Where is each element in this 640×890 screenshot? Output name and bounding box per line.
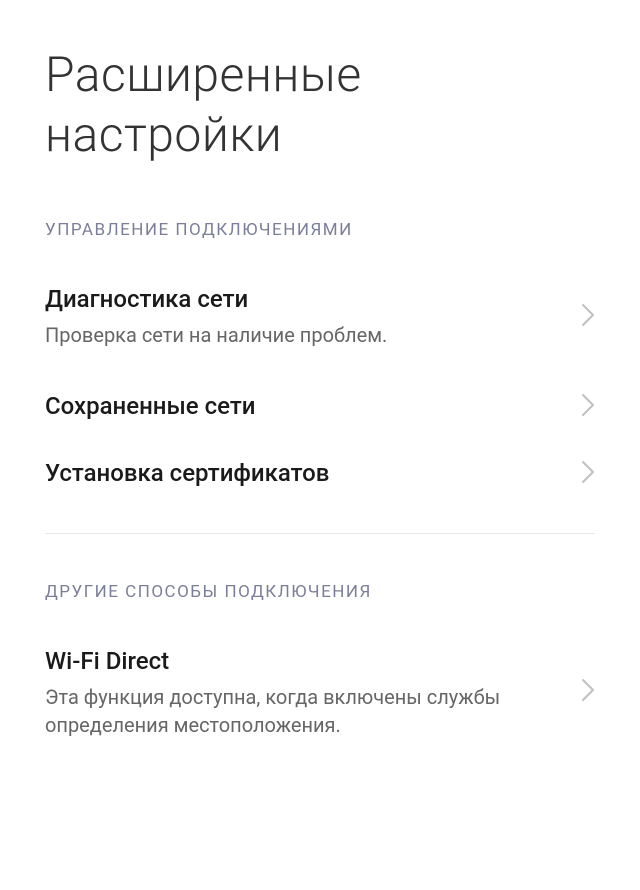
chevron-right-icon <box>581 460 595 488</box>
list-item-network-diagnostics[interactable]: Диагностика сети Проверка сети на наличи… <box>0 260 640 373</box>
chevron-right-icon <box>581 393 595 421</box>
list-item-title: Диагностика сети <box>45 284 561 315</box>
list-item-wifi-direct[interactable]: Wi-Fi Direct Эта функция доступна, когда… <box>0 622 640 763</box>
list-item-subtitle: Эта функция доступна, когда включены слу… <box>45 683 561 739</box>
chevron-right-icon <box>581 303 595 331</box>
chevron-right-icon <box>581 678 595 706</box>
section-header-other-connection-methods: ДРУГИЕ СПОСОБЫ ПОДКЛЮЧЕНИЯ <box>0 534 640 622</box>
list-item-title: Wi-Fi Direct <box>45 646 561 677</box>
section-header-connection-management: УПРАВЛЕНИЕ ПОДКЛЮЧЕНИЯМИ <box>0 165 640 260</box>
page-title: Расширенные настройки <box>0 0 640 165</box>
list-item-saved-networks[interactable]: Сохраненные сети <box>0 373 640 440</box>
list-item-title: Установка сертификатов <box>45 458 561 489</box>
list-item-install-certificates[interactable]: Установка сертификатов <box>0 440 640 507</box>
list-item-subtitle: Проверка сети на наличие проблем. <box>45 321 561 349</box>
list-item-title: Сохраненные сети <box>45 391 561 422</box>
